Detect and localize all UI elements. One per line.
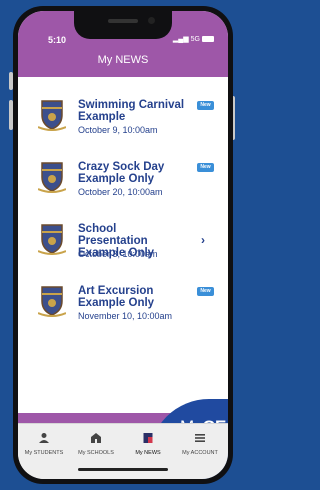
network-label: 5G bbox=[190, 35, 200, 43]
school-crest-icon bbox=[38, 286, 66, 317]
news-item[interactable]: Crazy Sock Day Example Only October 20, … bbox=[18, 153, 228, 223]
news-icon bbox=[143, 433, 153, 443]
home-indicator bbox=[78, 468, 168, 471]
phone-notch bbox=[74, 11, 172, 39]
chevron-right-icon[interactable]: › bbox=[201, 234, 211, 246]
battery-icon bbox=[202, 36, 214, 42]
news-date: November 10, 10:00am bbox=[78, 311, 173, 321]
phone-screen: 5:10 ▂▄▆ 5G My NEWS Swimming Carnival Ex… bbox=[18, 11, 228, 479]
speaker-grille bbox=[108, 19, 138, 23]
phone-frame: 5:10 ▂▄▆ 5G My NEWS Swimming Carnival Ex… bbox=[13, 6, 233, 484]
news-date: October 9, 10:00am bbox=[78, 125, 158, 135]
page-title: My NEWS bbox=[97, 54, 149, 66]
signal-icon: ▂▄▆ bbox=[172, 36, 189, 43]
new-badge: New bbox=[197, 101, 214, 110]
news-title: Swimming Carnival Example bbox=[78, 99, 185, 123]
school-crest-icon bbox=[38, 162, 66, 193]
school-crest-icon bbox=[38, 100, 66, 131]
tab-my-students[interactable]: My STUDENTS bbox=[18, 424, 70, 464]
school-crest-icon bbox=[38, 224, 66, 255]
school-icon bbox=[91, 433, 101, 443]
tab-my-news[interactable]: My NEWS bbox=[122, 424, 174, 464]
new-badge: New bbox=[197, 163, 214, 172]
tab-my-schools[interactable]: My SCHOOLS bbox=[70, 424, 122, 464]
tab-label: My SCHOOLS bbox=[78, 450, 114, 456]
news-date: October 3, 10:00am bbox=[78, 249, 158, 259]
news-title: Crazy Sock Day Example Only bbox=[78, 161, 165, 185]
tab-my-account[interactable]: My ACCOUNT bbox=[174, 424, 226, 464]
person-icon bbox=[39, 433, 49, 443]
status-indicators: ▂▄▆ 5G bbox=[173, 35, 214, 43]
tab-label: My NEWS bbox=[135, 450, 161, 456]
tab-label: My STUDENTS bbox=[24, 450, 64, 456]
new-badge: New bbox=[197, 287, 214, 296]
news-item[interactable]: Art Excursion Example Only November 10, … bbox=[18, 277, 228, 347]
menu-icon bbox=[195, 434, 205, 442]
news-item[interactable]: Swimming Carnival Example October 9, 10:… bbox=[18, 91, 228, 161]
camera-dot bbox=[148, 17, 155, 24]
news-title: Art Excursion Example Only bbox=[78, 285, 155, 309]
tab-label: My ACCOUNT bbox=[182, 450, 218, 456]
status-time: 5:10 bbox=[48, 35, 67, 45]
app-header: 5:10 ▂▄▆ 5G My NEWS bbox=[18, 11, 228, 77]
bottom-tab-bar: My STUDENTS My SCHOOLS My NEWS My ACCOUN… bbox=[18, 423, 228, 479]
news-item[interactable]: School Presentation Example Only October… bbox=[18, 215, 228, 285]
news-date: October 20, 10:00am bbox=[78, 187, 163, 197]
